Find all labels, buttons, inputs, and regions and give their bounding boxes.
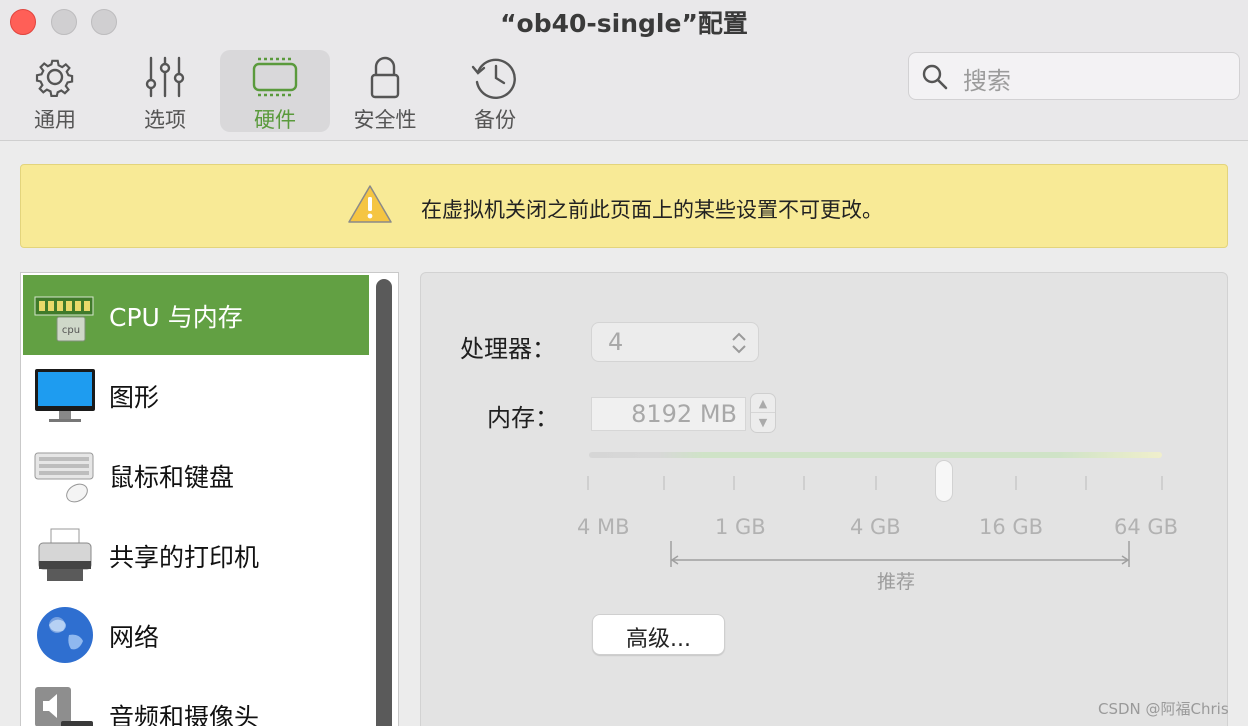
- search-icon: [922, 64, 948, 90]
- slider-tick: [733, 476, 735, 490]
- toolbar-options[interactable]: 选项: [110, 50, 220, 132]
- watermark: CSDN @阿福Chris: [1098, 700, 1229, 718]
- speaker-camera-icon: [35, 687, 93, 726]
- memory-label: 内存：: [487, 404, 559, 432]
- list-item-label: 音频和摄像头: [109, 703, 260, 726]
- search-field[interactable]: 搜索: [908, 52, 1240, 100]
- cpu-memory-icon: cpu: [34, 296, 94, 342]
- banner-text: 在虚拟机关闭之前此页面上的某些设置不可更改。: [421, 198, 883, 222]
- list-item-label: 网络: [109, 623, 160, 652]
- scale-label: 64 GB: [1114, 515, 1179, 539]
- list-item-label: 图形: [109, 383, 160, 412]
- sliders-icon: [145, 56, 185, 98]
- chevron-updown-icon: [732, 332, 746, 354]
- memory-slider-thumb[interactable]: [935, 460, 953, 502]
- toolbar-security[interactable]: 安全性: [330, 50, 440, 132]
- list-item-network[interactable]: 网络: [23, 595, 369, 675]
- list-item-audio-camera[interactable]: 音频和摄像头: [23, 675, 369, 726]
- processor-label: 处理器：: [460, 335, 556, 363]
- printer-icon: [38, 528, 92, 581]
- window-title: “ob40-single”配置: [500, 9, 748, 38]
- recommended-range-bracket: [670, 541, 1130, 567]
- list-item-label: CPU 与内存: [109, 303, 243, 332]
- hardware-list: cpu CPU 与内存 图形 鼠标和键盘 共享的打印机 网络 音频和摄像头: [20, 272, 399, 726]
- search-placeholder: 搜索: [963, 67, 1011, 95]
- list-scrollbar[interactable]: [376, 279, 392, 726]
- toolbar-label: 选项: [144, 108, 186, 132]
- list-item-label: 共享的打印机: [109, 543, 260, 572]
- keyboard-mouse-icon: [34, 452, 94, 503]
- scale-label: 1 GB: [715, 515, 766, 539]
- display-icon: [35, 369, 95, 422]
- chevron-up-icon[interactable]: ▲: [751, 394, 775, 413]
- toolbar-backup[interactable]: 备份: [440, 50, 550, 132]
- slider-tick: [587, 476, 589, 490]
- toolbar-label: 硬件: [254, 108, 296, 132]
- warning-icon: [348, 185, 392, 223]
- advanced-button-label: 高级...: [626, 627, 691, 652]
- history-icon: [471, 58, 516, 99]
- slider-tick: [803, 476, 805, 490]
- hardware-icon: [252, 57, 298, 97]
- slider-tick: [663, 476, 665, 490]
- gear-icon: [35, 59, 74, 97]
- memory-stepper[interactable]: ▲ ▼: [750, 393, 776, 433]
- scale-label: 16 GB: [979, 515, 1044, 539]
- warning-banner: 在虚拟机关闭之前此页面上的某些设置不可更改。: [20, 164, 1228, 248]
- toolbar-general[interactable]: 通用: [0, 50, 110, 132]
- slider-tick: [1161, 476, 1163, 490]
- title-toolbar: “ob40-single”配置 通用 选项 硬件 安全性 备份 搜索: [0, 0, 1248, 141]
- toolbar-label: 备份: [474, 108, 516, 132]
- scale-label: 4 MB: [577, 515, 630, 539]
- processor-value: 4: [608, 328, 624, 356]
- list-item-mouse-keyboard[interactable]: 鼠标和键盘: [23, 435, 369, 515]
- toolbar-label: 通用: [34, 108, 76, 132]
- list-item-cpu-memory[interactable]: cpu CPU 与内存: [23, 275, 369, 355]
- processor-select[interactable]: 4: [591, 322, 759, 362]
- list-item-label: 鼠标和键盘: [109, 463, 235, 492]
- scale-label: 4 GB: [850, 515, 901, 539]
- toolbar-label: 安全性: [353, 108, 417, 132]
- slider-tick: [1085, 476, 1087, 490]
- slider-tick: [1015, 476, 1017, 490]
- globe-icon: [37, 607, 93, 663]
- slider-tick: [875, 476, 877, 490]
- svg-text:cpu: cpu: [62, 325, 80, 336]
- cpu-memory-panel: 处理器： 4 内存： 8192 MB ▲ ▼ 4 MB 1 GB 4 GB 16…: [420, 272, 1228, 726]
- memory-slider-track[interactable]: [589, 452, 1162, 458]
- lock-icon: [370, 56, 400, 99]
- recommended-label: 推荐: [877, 571, 916, 593]
- list-item-printers[interactable]: 共享的打印机: [23, 515, 369, 595]
- toolbar-hardware[interactable]: 硬件: [220, 50, 330, 132]
- chevron-down-icon[interactable]: ▼: [751, 413, 775, 432]
- advanced-button[interactable]: 高级...: [592, 614, 725, 655]
- list-item-graphics[interactable]: 图形: [23, 355, 369, 435]
- memory-value: 8192 MB: [631, 400, 737, 428]
- memory-field[interactable]: 8192 MB: [591, 397, 746, 431]
